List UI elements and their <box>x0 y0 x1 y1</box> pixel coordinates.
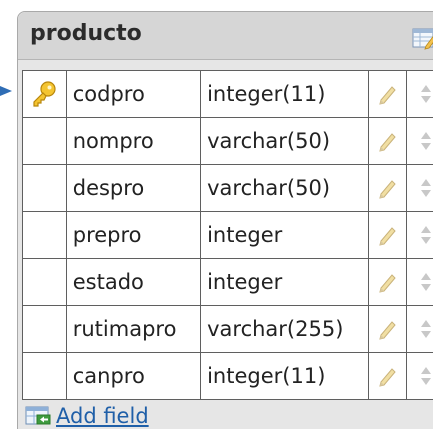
pencil-icon[interactable] <box>375 83 400 105</box>
up-down-arrows-icon[interactable] <box>413 318 433 340</box>
add-field-link[interactable]: Add field <box>56 404 149 428</box>
pencil-icon[interactable] <box>375 224 400 246</box>
pencil-icon[interactable] <box>377 271 399 293</box>
table-panel[interactable]: producto codpro integer(11) nompro varchar(… <box>17 11 433 429</box>
field-name: nompro <box>65 117 202 165</box>
pencil-icon[interactable] <box>375 365 400 387</box>
edit-field-button[interactable] <box>368 70 408 118</box>
up-down-arrows-icon[interactable] <box>413 365 433 387</box>
field-row[interactable]: despro varchar(50) <box>22 164 433 212</box>
table-edit-icon[interactable] <box>412 26 433 50</box>
arrow-right-icon <box>0 86 12 96</box>
edit-field-button[interactable] <box>368 258 408 306</box>
field-row[interactable]: canpro integer(11) <box>22 352 433 400</box>
primary-key-cell <box>22 70 67 118</box>
pencil-icon[interactable] <box>375 318 400 340</box>
up-down-arrows-icon[interactable] <box>419 83 433 105</box>
up-down-arrows-icon[interactable] <box>419 365 433 387</box>
up-down-arrows-icon[interactable] <box>413 177 433 199</box>
field-type: integer(11) <box>200 352 370 400</box>
key-icon <box>29 80 60 108</box>
up-down-arrows-icon[interactable] <box>413 83 433 105</box>
field-name: codpro <box>65 70 202 118</box>
table-header[interactable]: producto <box>18 12 433 60</box>
pencil-icon[interactable] <box>375 271 400 293</box>
field-name: despro <box>65 164 202 212</box>
pencil-icon[interactable] <box>377 130 399 152</box>
field-type: varchar(50) <box>200 117 370 165</box>
field-row[interactable]: codpro integer(11) <box>22 70 433 118</box>
edit-field-button[interactable] <box>368 305 408 353</box>
primary-key-cell <box>22 258 67 306</box>
key-icon <box>33 81 56 107</box>
pencil-icon[interactable] <box>377 177 399 199</box>
move-field-handle[interactable] <box>406 164 433 212</box>
field-type: integer <box>200 211 370 259</box>
field-name: rutimapro <box>65 305 202 353</box>
pencil-icon[interactable] <box>377 224 399 246</box>
edit-field-button[interactable] <box>368 211 408 259</box>
move-field-handle[interactable] <box>406 70 433 118</box>
pencil-icon[interactable] <box>375 177 400 199</box>
field-type: varchar(50) <box>200 164 370 212</box>
add-field-icon[interactable] <box>24 404 54 428</box>
table-title: producto <box>30 21 142 46</box>
field-name: prepro <box>65 211 202 259</box>
move-field-handle[interactable] <box>406 352 433 400</box>
move-field-handle[interactable] <box>406 305 433 353</box>
primary-key-cell <box>22 352 67 400</box>
up-down-arrows-icon[interactable] <box>413 271 433 293</box>
field-type: integer <box>200 258 370 306</box>
primary-key-cell <box>22 117 67 165</box>
up-down-arrows-icon[interactable] <box>419 318 433 340</box>
field-name: estado <box>65 258 202 306</box>
edit-field-button[interactable] <box>368 117 408 165</box>
field-name: canpro <box>65 352 202 400</box>
up-down-arrows-icon[interactable] <box>419 177 433 199</box>
field-type: integer(11) <box>200 70 370 118</box>
move-field-handle[interactable] <box>406 211 433 259</box>
pencil-icon[interactable] <box>377 83 399 105</box>
field-row[interactable]: rutimapro varchar(255) <box>22 305 433 353</box>
pencil-icon[interactable] <box>377 365 399 387</box>
edit-field-button[interactable] <box>368 164 408 212</box>
primary-key-cell <box>22 211 67 259</box>
edit-field-button[interactable] <box>368 352 408 400</box>
fields-table: codpro integer(11) nompro varchar(50) despro… <box>22 70 433 400</box>
up-down-arrows-icon[interactable] <box>413 130 433 152</box>
pencil-icon[interactable] <box>377 318 399 340</box>
field-row[interactable]: prepro integer <box>22 211 433 259</box>
up-down-arrows-icon[interactable] <box>413 224 433 246</box>
primary-key-cell <box>22 305 67 353</box>
field-type: varchar(255) <box>200 305 370 353</box>
move-field-handle[interactable] <box>406 117 433 165</box>
up-down-arrows-icon[interactable] <box>419 271 433 293</box>
schema-canvas: producto codpro integer(11) nompro varchar(… <box>0 0 433 429</box>
pencil-icon[interactable] <box>375 130 400 152</box>
primary-key-cell <box>22 164 67 212</box>
field-row[interactable]: nompro varchar(50) <box>22 117 433 165</box>
table-footer: Add field <box>22 399 149 429</box>
move-field-handle[interactable] <box>406 258 433 306</box>
up-down-arrows-icon[interactable] <box>419 130 433 152</box>
field-row[interactable]: estado integer <box>22 258 433 306</box>
up-down-arrows-icon[interactable] <box>419 224 433 246</box>
